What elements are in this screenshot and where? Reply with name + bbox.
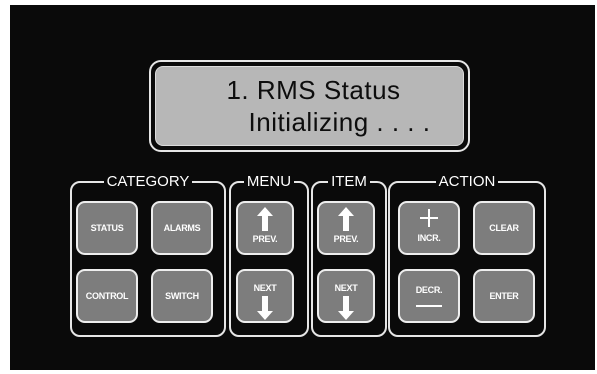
switch-button[interactable]: SWITCH bbox=[151, 269, 213, 323]
decr-button-label: DECR. bbox=[415, 285, 443, 295]
incr-button[interactable]: INCR. bbox=[398, 201, 460, 255]
control-button-label: CONTROL bbox=[85, 291, 129, 301]
clear-button-label: CLEAR bbox=[489, 223, 519, 233]
action-group-title: ACTION bbox=[435, 173, 499, 190]
minus-icon bbox=[416, 305, 442, 307]
plus-icon bbox=[420, 209, 438, 227]
category-group-title: CATEGORY bbox=[103, 173, 193, 190]
menu-next-label: NEXT bbox=[253, 283, 277, 293]
item-next-button[interactable]: NEXT bbox=[317, 269, 375, 323]
lcd-line-1: 1. RMS Status bbox=[226, 75, 401, 105]
enter-button-label: ENTER bbox=[489, 291, 519, 301]
arrow-down-icon bbox=[257, 296, 273, 320]
switch-button-label: SWITCH bbox=[165, 291, 199, 301]
incr-button-label: INCR. bbox=[417, 233, 441, 243]
arrow-up-icon bbox=[257, 207, 273, 231]
item-next-label: NEXT bbox=[334, 283, 358, 293]
menu-prev-label: PREV. bbox=[252, 234, 278, 244]
status-button-label: STATUS bbox=[90, 223, 124, 233]
lcd-display: 1. RMS Status Initializing . . . . bbox=[155, 66, 464, 146]
alarms-button[interactable]: ALARMS bbox=[151, 201, 213, 255]
clear-button[interactable]: CLEAR bbox=[473, 201, 535, 255]
item-prev-button[interactable]: PREV. bbox=[317, 201, 375, 255]
lcd-line-2: Initializing . . . . bbox=[248, 107, 431, 137]
arrow-up-icon bbox=[338, 207, 354, 231]
item-group-title: ITEM bbox=[328, 173, 370, 190]
status-button[interactable]: STATUS bbox=[76, 201, 138, 255]
menu-group-title: MENU bbox=[243, 173, 295, 190]
decr-button[interactable]: DECR. bbox=[398, 269, 460, 323]
arrow-down-icon bbox=[338, 296, 354, 320]
alarms-button-label: ALARMS bbox=[163, 223, 201, 233]
menu-next-button[interactable]: NEXT bbox=[236, 269, 294, 323]
control-button[interactable]: CONTROL bbox=[76, 269, 138, 323]
enter-button[interactable]: ENTER bbox=[473, 269, 535, 323]
item-prev-label: PREV. bbox=[333, 234, 359, 244]
menu-prev-button[interactable]: PREV. bbox=[236, 201, 294, 255]
